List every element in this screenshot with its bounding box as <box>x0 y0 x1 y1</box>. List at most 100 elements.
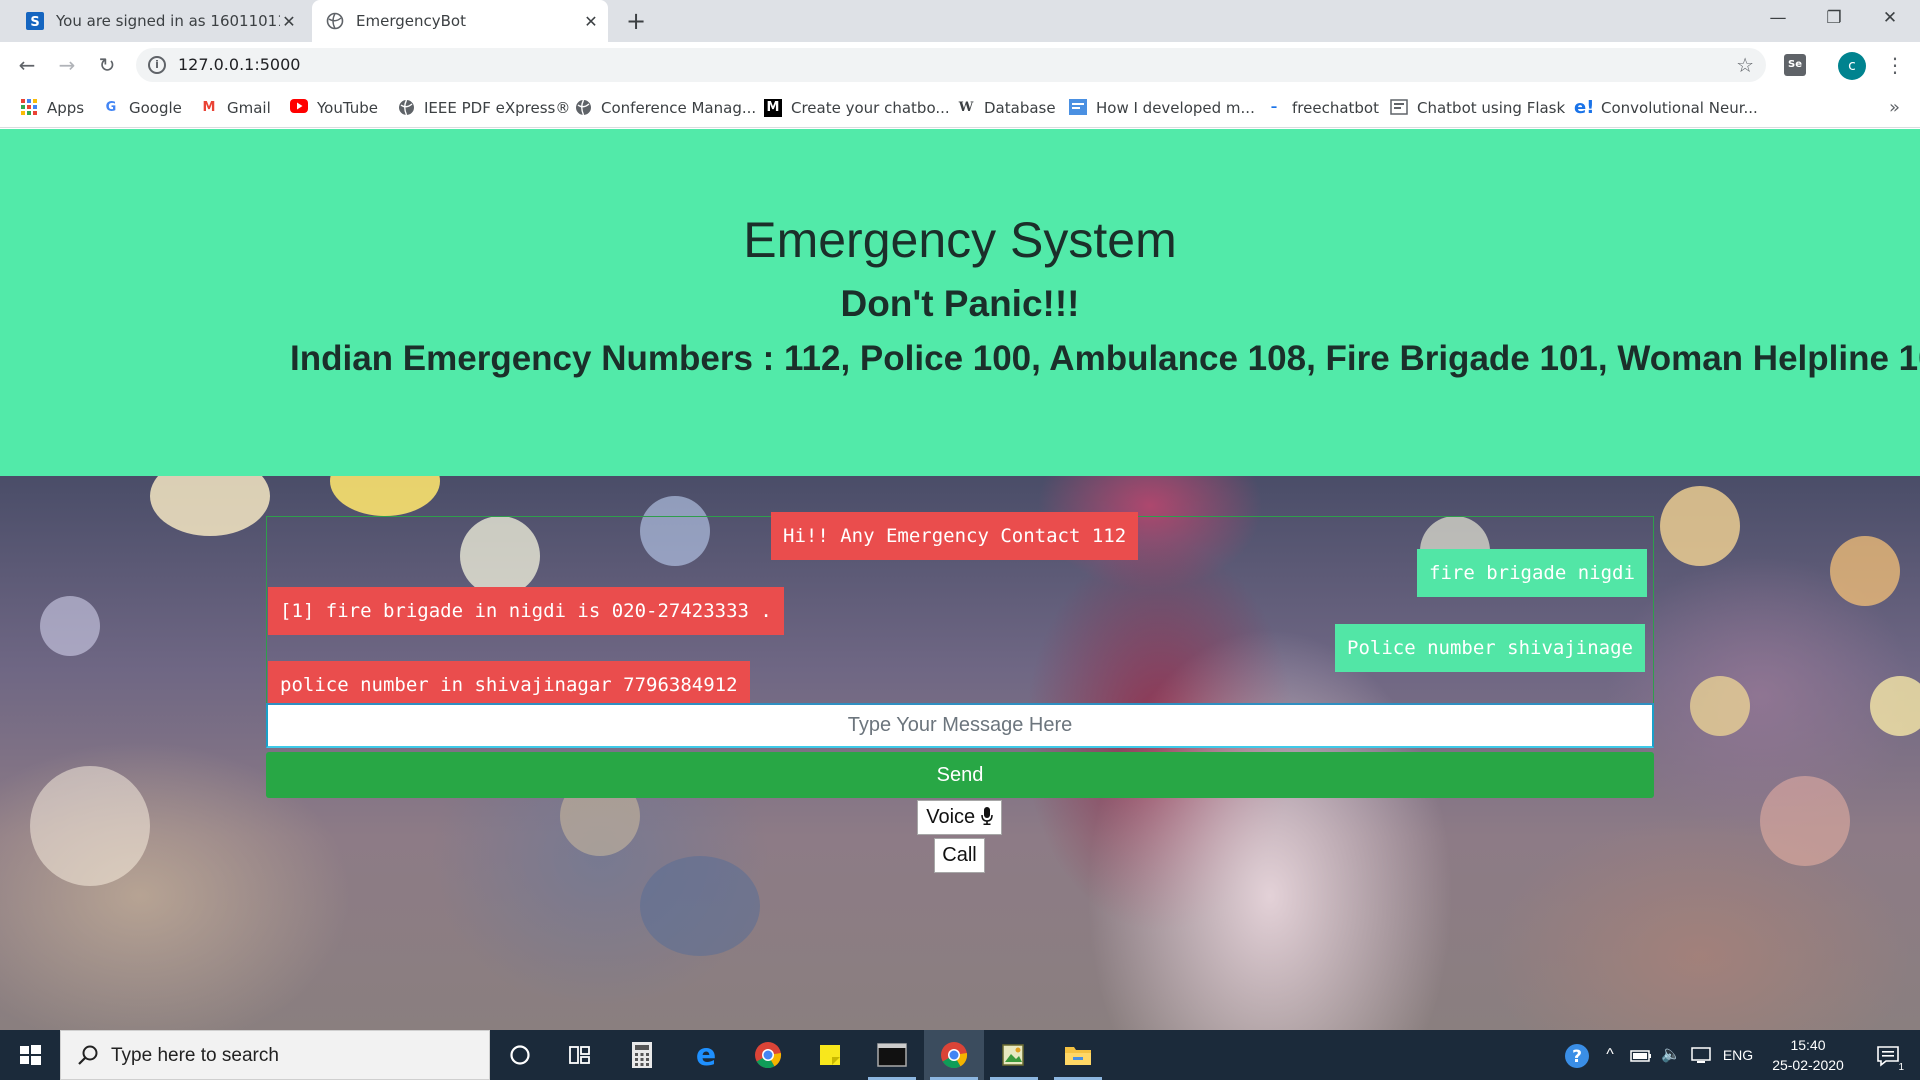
tab-strip: S You are signed in as 16011011C1 ✕ Emer… <box>0 0 1920 42</box>
edge-icon[interactable]: e <box>676 1030 736 1080</box>
bookmark-label: YouTube <box>317 99 378 117</box>
voice-button[interactable]: Voice <box>917 800 1002 835</box>
page-title: Emergency System <box>743 212 1177 268</box>
bookmark-label: Create your chatbo... <box>791 99 950 117</box>
clock-date: 25-02-2020 <box>1772 1057 1844 1073</box>
globe-favicon-icon <box>326 12 344 30</box>
send-button[interactable]: Send <box>266 752 1654 798</box>
bot-message: police number in shivajinagar 7796384912 <box>268 661 750 709</box>
info-icon[interactable]: i <box>148 56 166 74</box>
image-editor-icon[interactable] <box>984 1030 1044 1080</box>
language-indicator[interactable]: ENG <box>1722 1030 1754 1080</box>
search-icon <box>77 1044 99 1066</box>
notification-count: 1 <box>1898 1062 1904 1074</box>
windows-start-icon[interactable] <box>0 1030 60 1080</box>
chrome-icon[interactable] <box>924 1030 984 1080</box>
plus-icon[interactable]: + <box>622 7 650 35</box>
youtube-icon <box>290 99 308 117</box>
s-favicon-icon: S <box>26 12 44 30</box>
profile-avatar[interactable]: c <box>1838 52 1866 80</box>
chrome-icon[interactable] <box>738 1030 798 1080</box>
bookmark-label: Convolutional Neur... <box>1601 99 1758 117</box>
bot-message: [1] fire brigade in nigdi is 020-2742333… <box>268 587 784 635</box>
bookmark-label: How I developed m... <box>1096 99 1255 117</box>
search-placeholder: Type here to search <box>111 1045 279 1066</box>
page-subtitle: Don't Panic!!! <box>840 283 1080 324</box>
google-icon: G <box>105 100 117 115</box>
bookmark-label: Chatbot using Flask <box>1417 99 1566 117</box>
bookmark-ieee[interactable]: IEEE PDF eXpress® <box>397 88 570 128</box>
extension-icon[interactable]: Se <box>1784 54 1806 76</box>
cortana-icon[interactable] <box>490 1030 550 1080</box>
bookmark-create-chatbot[interactable]: M Create your chatbo... <box>764 88 950 128</box>
svg-text:?: ? <box>1572 1047 1582 1067</box>
page-header: Emergency System Don't Panic!!! Indian E… <box>0 129 1920 476</box>
chevron-up-icon[interactable]: ^ <box>1598 1030 1622 1080</box>
user-message: Police number shivajinage <box>1335 624 1645 672</box>
tab-signed-in[interactable]: S You are signed in as 16011011C1 ✕ <box>8 0 306 42</box>
bookmark-chatbot-flask[interactable]: Chatbot using Flask <box>1390 88 1565 128</box>
tab-title: You are signed in as 16011011C1 <box>56 12 280 30</box>
tab-title: EmergencyBot <box>356 12 466 30</box>
notification-icon[interactable]: 1 <box>1866 1030 1910 1080</box>
minimize-icon[interactable]: — <box>1750 0 1806 38</box>
bookmark-apps[interactable]: Apps <box>20 88 84 128</box>
bookmark-label: IEEE PDF eXpress® <box>424 99 571 117</box>
close-icon[interactable]: ✕ <box>1862 0 1918 38</box>
bookmark-label: Apps <box>47 99 85 117</box>
menu-dots-icon[interactable]: ⋮ <box>1880 50 1910 80</box>
network-icon[interactable] <box>1688 1030 1716 1080</box>
volume-icon[interactable]: 🔈 <box>1658 1030 1684 1080</box>
tab-close-icon[interactable]: ✕ <box>582 12 600 31</box>
voice-label: Voice <box>926 806 976 828</box>
gmail-icon: M <box>202 100 216 115</box>
bookmark-gmail[interactable]: M Gmail <box>200 88 271 128</box>
wikipedia-icon: W <box>958 100 974 115</box>
calculator-icon[interactable] <box>612 1030 672 1080</box>
sticky-notes-icon[interactable] <box>800 1030 860 1080</box>
bookmark-database[interactable]: W Database <box>957 88 1056 128</box>
bookmark-how-i-developed[interactable]: How I developed m... <box>1069 88 1255 128</box>
bookmark-convolutional[interactable]: e! Convolutional Neur... <box>1574 88 1758 128</box>
terminal-icon[interactable] <box>862 1030 922 1080</box>
bookmarks-bar: Apps G Google M Gmail YouTube IEEE PDF e… <box>0 88 1920 128</box>
emergency-numbers: Indian Emergency Numbers : 112, Police 1… <box>290 339 1920 378</box>
taskbar-search-box[interactable]: Type here to search <box>60 1030 490 1080</box>
document-icon <box>1069 99 1087 117</box>
bookmark-label: Conference Manag... <box>601 99 757 117</box>
bookmark-google[interactable]: G Google <box>102 88 182 128</box>
dash-icon: – <box>1270 100 1278 115</box>
file-explorer-icon[interactable] <box>1048 1030 1108 1080</box>
back-arrow-icon[interactable]: ← <box>12 50 42 80</box>
address-bar[interactable]: i 127.0.0.1:5000 ☆ <box>136 48 1766 82</box>
message-input[interactable] <box>266 703 1654 748</box>
medium-icon: M <box>764 99 782 117</box>
reload-icon[interactable]: ↻ <box>92 50 122 80</box>
forward-arrow-icon[interactable]: → <box>52 50 82 80</box>
tab-close-icon[interactable]: ✕ <box>280 12 298 31</box>
tab-emergencybot[interactable]: EmergencyBot ✕ <box>312 0 608 42</box>
clock-time: 15:40 <box>1790 1037 1826 1053</box>
bookmark-label: Database <box>984 99 1056 117</box>
globe-icon <box>397 99 415 117</box>
apps-grid-icon <box>20 99 38 117</box>
bot-message: Hi!! Any Emergency Contact 112 <box>771 512 1139 560</box>
bookmark-label: freechatbot <box>1292 99 1379 117</box>
call-button[interactable]: Call <box>934 838 985 873</box>
star-icon[interactable]: ☆ <box>1736 48 1754 82</box>
microphone-icon <box>981 803 993 836</box>
bookmark-label: Gmail <box>227 99 271 117</box>
address-url: 127.0.0.1:5000 <box>178 55 301 74</box>
bookmark-freechatbot[interactable]: – freechatbot <box>1265 88 1379 128</box>
bookmark-conference[interactable]: Conference Manag... <box>574 88 756 128</box>
bookmark-youtube[interactable]: YouTube <box>290 88 378 128</box>
chevron-right-icon[interactable]: » <box>1889 88 1900 128</box>
battery-icon[interactable] <box>1628 1030 1654 1080</box>
task-view-icon[interactable] <box>550 1030 610 1080</box>
clock[interactable]: 15:40 25-02-2020 <box>1758 1035 1858 1075</box>
globe-icon <box>574 99 592 117</box>
maximize-icon[interactable]: ❐ <box>1806 0 1862 38</box>
e-icon: e! <box>1574 97 1595 118</box>
bookmark-label: Google <box>129 99 182 117</box>
help-icon[interactable]: ? <box>1562 1030 1592 1080</box>
